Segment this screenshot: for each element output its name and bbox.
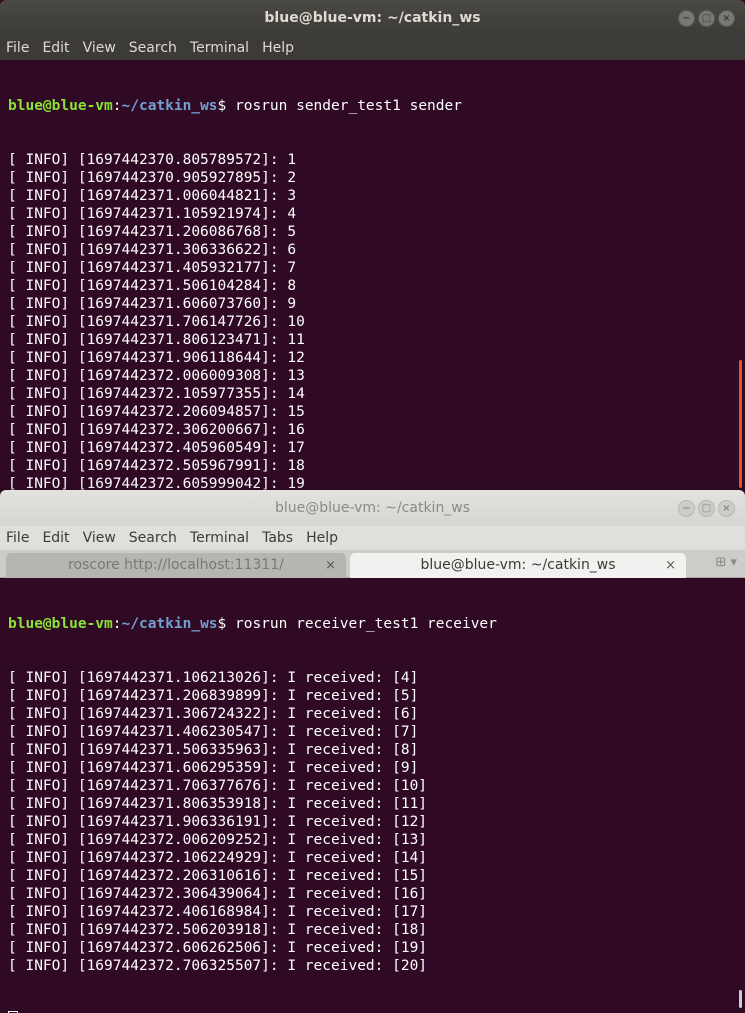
menu-tabs[interactable]: Tabs	[262, 526, 293, 550]
log-line: [ INFO] [1697442371.406230547]: I receiv…	[8, 724, 419, 740]
menu-help[interactable]: Help	[262, 36, 294, 60]
log-line: [ INFO] [1697442371.906336191]: I receiv…	[8, 814, 428, 830]
window-title: blue@blue-vm: ~/catkin_ws	[264, 10, 481, 26]
menu-edit[interactable]: Edit	[42, 526, 69, 550]
log-line: [ INFO] [1697442372.206310616]: I receiv…	[8, 868, 428, 884]
log-line: [ INFO] [1697442372.606262506]: I receiv…	[8, 940, 428, 956]
titlebar[interactable]: blue@blue-vm: ~/catkin_ws − □ ×	[0, 490, 745, 526]
desktop: blue@blue-vm: ~/catkin_ws − □ × File Edi…	[0, 0, 745, 1013]
log-line: [ INFO] [1697442372.006009308]: 13	[8, 368, 305, 384]
terminal-output[interactable]: blue@blue-vm:~/catkin_ws$ rosrun sender_…	[0, 60, 745, 490]
log-line: [ INFO] [1697442370.905927895]: 2	[8, 170, 297, 186]
log-line: [ INFO] [1697442371.906118644]: 12	[8, 350, 305, 366]
prompt-line: blue@blue-vm:~/catkin_ws$ rosrun receive…	[8, 615, 745, 633]
close-icon[interactable]: ×	[718, 10, 735, 27]
log-line: [ INFO] [1697442371.506335963]: I receiv…	[8, 742, 419, 758]
log-line: [ INFO] [1697442371.105921974]: 4	[8, 206, 297, 222]
tab-close-icon[interactable]: ×	[665, 553, 676, 578]
prompt-path: ~/catkin_ws	[121, 98, 218, 114]
menu-view[interactable]: View	[83, 526, 116, 550]
scrollbar[interactable]	[739, 360, 742, 488]
tab-label: blue@blue-vm: ~/catkin_ws	[420, 557, 616, 573]
new-tab-icon[interactable]: ⊞	[715, 555, 726, 570]
log-line: [ INFO] [1697442372.406168984]: I receiv…	[8, 904, 428, 920]
tab-close-icon[interactable]: ×	[325, 553, 336, 578]
prompt-sep: :	[112, 98, 122, 114]
window-title: blue@blue-vm: ~/catkin_ws	[274, 500, 471, 516]
window-controls: − □ ×	[678, 10, 735, 27]
terminal-window-sender[interactable]: blue@blue-vm: ~/catkin_ws − □ × File Edi…	[0, 0, 745, 490]
prompt-user: blue@blue-vm	[8, 616, 113, 632]
menubar: File Edit View Search Terminal Help	[0, 36, 745, 60]
tab-bar: roscore http://localhost:11311/ × blue@b…	[0, 550, 745, 578]
log-line: [ INFO] [1697442372.506203918]: I receiv…	[8, 922, 428, 938]
menu-file[interactable]: File	[6, 526, 29, 550]
prompt-path: ~/catkin_ws	[121, 616, 218, 632]
log-line: [ INFO] [1697442372.505967991]: 18	[8, 458, 305, 474]
tab-menu-controls: ⊞ ▾	[715, 555, 737, 570]
log-line: [ INFO] [1697442371.706147726]: 10	[8, 314, 305, 330]
menu-edit[interactable]: Edit	[42, 36, 69, 60]
tab-catkin-ws[interactable]: blue@blue-vm: ~/catkin_ws ×	[350, 553, 686, 578]
log-line: [ INFO] [1697442371.306724322]: I receiv…	[8, 706, 419, 722]
log-line: [ INFO] [1697442371.106213026]: I receiv…	[8, 670, 419, 686]
log-line: [ INFO] [1697442371.506104284]: 8	[8, 278, 297, 294]
log-line: [ INFO] [1697442372.206094857]: 15	[8, 404, 305, 420]
log-line: [ INFO] [1697442372.306439064]: I receiv…	[8, 886, 428, 902]
log-line: [ INFO] [1697442371.405932177]: 7	[8, 260, 297, 276]
tab-roscore[interactable]: roscore http://localhost:11311/ ×	[6, 553, 346, 578]
maximize-icon[interactable]: □	[698, 500, 715, 517]
log-line: [ INFO] [1697442371.206839899]: I receiv…	[8, 688, 419, 704]
log-line: [ INFO] [1697442372.306200667]: 16	[8, 422, 305, 438]
log-line: [ INFO] [1697442372.106224929]: I receiv…	[8, 850, 428, 866]
log-line: [ INFO] [1697442370.805789572]: 1	[8, 152, 297, 168]
chevron-down-icon[interactable]: ▾	[730, 555, 737, 570]
log-line: [ INFO] [1697442371.706377676]: I receiv…	[8, 778, 428, 794]
menu-view[interactable]: View	[83, 36, 116, 60]
log-line: [ INFO] [1697442371.006044821]: 3	[8, 188, 297, 204]
prompt-sep: :	[112, 616, 122, 632]
scrollbar[interactable]	[739, 990, 742, 1008]
prompt-command: $ rosrun receiver_test1 receiver	[217, 616, 497, 632]
prompt-command: $ rosrun sender_test1 sender	[217, 98, 462, 114]
maximize-icon[interactable]: □	[698, 10, 715, 27]
log-line: [ INFO] [1697442371.606295359]: I receiv…	[8, 760, 419, 776]
log-line: [ INFO] [1697442372.405960549]: 17	[8, 440, 305, 456]
log-line: [ INFO] [1697442372.605999042]: 19	[8, 476, 305, 490]
terminal-output[interactable]: blue@blue-vm:~/catkin_ws$ rosrun receive…	[0, 578, 745, 1013]
log-line: [ INFO] [1697442372.006209252]: I receiv…	[8, 832, 428, 848]
log-line: [ INFO] [1697442371.206086768]: 5	[8, 224, 297, 240]
log-line: [ INFO] [1697442371.306336622]: 6	[8, 242, 297, 258]
menu-terminal[interactable]: Terminal	[190, 526, 249, 550]
menu-search[interactable]: Search	[129, 526, 177, 550]
log-line: [ INFO] [1697442371.806353918]: I receiv…	[8, 796, 428, 812]
menu-terminal[interactable]: Terminal	[190, 36, 249, 60]
minimize-icon[interactable]: −	[678, 10, 695, 27]
menu-search[interactable]: Search	[129, 36, 177, 60]
menubar: File Edit View Search Terminal Tabs Help	[0, 526, 745, 550]
log-line: [ INFO] [1697442372.105977355]: 14	[8, 386, 305, 402]
menu-file[interactable]: File	[6, 36, 29, 60]
tab-label: roscore http://localhost:11311/	[68, 557, 284, 573]
window-controls: − □ ×	[678, 500, 735, 517]
menu-help[interactable]: Help	[306, 526, 338, 550]
log-line: [ INFO] [1697442372.706325507]: I receiv…	[8, 958, 428, 974]
prompt-user: blue@blue-vm	[8, 98, 113, 114]
titlebar[interactable]: blue@blue-vm: ~/catkin_ws − □ ×	[0, 0, 745, 36]
prompt-line: blue@blue-vm:~/catkin_ws$ rosrun sender_…	[8, 97, 745, 115]
minimize-icon[interactable]: −	[678, 500, 695, 517]
terminal-window-receiver[interactable]: blue@blue-vm: ~/catkin_ws − □ × File Edi…	[0, 490, 745, 1013]
log-line: [ INFO] [1697442371.606073760]: 9	[8, 296, 297, 312]
close-icon[interactable]: ×	[718, 500, 735, 517]
log-line: [ INFO] [1697442371.806123471]: 11	[8, 332, 305, 348]
